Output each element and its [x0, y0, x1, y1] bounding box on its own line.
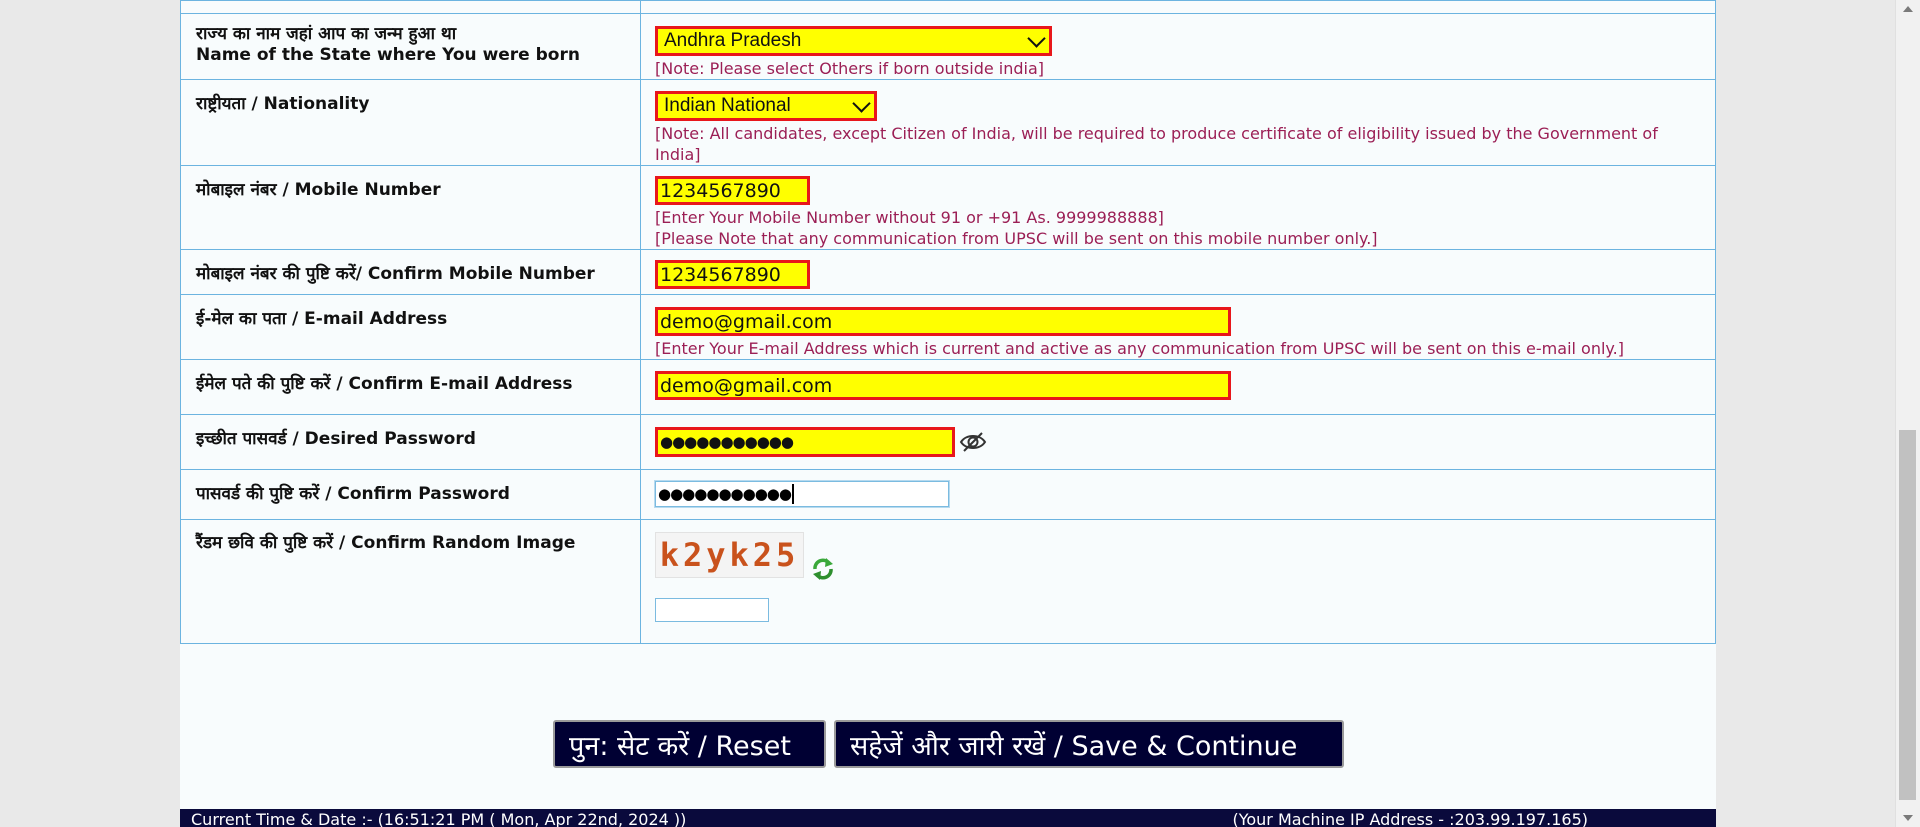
- email-input[interactable]: demo@gmail.com: [655, 307, 1231, 336]
- captcha-label: रैंडम छवि की पुष्टि करें / Confirm Rando…: [180, 519, 641, 644]
- password-label: इच्छीत पासवर्ड / Desired Password: [180, 414, 641, 470]
- scroll-down-icon[interactable]: [1903, 815, 1913, 821]
- nationality-label: राष्ट्रीयता / Nationality: [180, 79, 641, 166]
- vertical-scrollbar[interactable]: [1895, 0, 1920, 827]
- password-input[interactable]: ●●●●●●●●●●●: [655, 427, 955, 457]
- scroll-up-icon[interactable]: [1903, 6, 1913, 12]
- row-confirm-password: पासवर्ड की पुष्टि करें / Confirm Passwor…: [180, 469, 1716, 520]
- reset-button[interactable]: पुन: सेट करें / Reset: [553, 720, 826, 768]
- row-password: इच्छीत पासवर्ड / Desired Password ●●●●●●…: [180, 414, 1716, 470]
- row-state: राज्य का नाम जहां आप का जन्म हुआ था Name…: [180, 13, 1716, 80]
- chevron-down-icon: [852, 93, 871, 113]
- footer-ip-address: (Your Machine IP Address - :203.99.197.1…: [1232, 810, 1588, 827]
- captcha-image: k2yk25: [655, 532, 804, 578]
- nationality-select[interactable]: Indian National: [655, 91, 877, 121]
- confirm-mobile-label: मोबाइल नंबर की पुष्टि करें/ Confirm Mobi…: [180, 249, 641, 295]
- confirm-password-label: पासवर्ड की पुष्टि करें / Confirm Passwor…: [180, 469, 641, 520]
- confirm-email-input[interactable]: demo@gmail.com: [655, 371, 1231, 400]
- row-nationality: राष्ट्रीयता / Nationality Indian Nationa…: [180, 79, 1716, 166]
- form-actions: पुन: सेट करें / Reset सहेजें और जारी रखे…: [180, 720, 1920, 768]
- nationality-note: [Note: All candidates, except Citizen of…: [655, 124, 1658, 164]
- confirm-password-value: ●●●●●●●●●●●: [658, 485, 792, 503]
- state-note: [Note: Please select Others if born outs…: [655, 59, 1045, 78]
- registration-form-table: राज्य का नाम जहां आप का जन्म हुआ था Name…: [180, 0, 1716, 644]
- nationality-select-value: Indian National: [664, 95, 791, 116]
- footer-bar: Current Time & Date :- (16:51:21 PM ( Mo…: [180, 809, 1716, 827]
- row-mobile: मोबाइल नंबर / Mobile Number 1234567890 […: [180, 165, 1716, 250]
- row-email: ई-मेल का पता / E-mail Address demo@gmail…: [180, 294, 1716, 360]
- text-cursor: [791, 484, 794, 504]
- state-label-hindi: राज्य का नाम जहां आप का जन्म हुआ था: [196, 24, 457, 44]
- footer-datetime: Current Time & Date :- (16:51:21 PM ( Mo…: [191, 810, 687, 827]
- mobile-note-format: [Enter Your Mobile Number without 91 or …: [655, 208, 1164, 227]
- refresh-icon[interactable]: [810, 556, 836, 582]
- state-select-value: Andhra Pradesh: [664, 30, 802, 51]
- captcha-input[interactable]: [655, 598, 769, 622]
- confirm-password-input[interactable]: ●●●●●●●●●●●: [655, 481, 949, 507]
- save-continue-button[interactable]: सहेजें और जारी रखें / Save & Continue: [834, 720, 1344, 768]
- chevron-down-icon: [1027, 28, 1046, 48]
- state-select[interactable]: Andhra Pradesh: [655, 26, 1052, 56]
- confirm-mobile-input[interactable]: 1234567890: [655, 260, 810, 289]
- mobile-label: मोबाइल नंबर / Mobile Number: [180, 165, 641, 250]
- confirm-email-label: ईमेल पते की पुष्टि करें / Confirm E-mail…: [180, 359, 641, 415]
- scrollbar-thumb[interactable]: [1899, 430, 1916, 800]
- state-label-english: Name of the State where You were born: [196, 45, 580, 65]
- row-captcha: रैंडम छवि की पुष्टि करें / Confirm Rando…: [180, 519, 1716, 644]
- mobile-input[interactable]: 1234567890: [655, 176, 810, 205]
- email-label: ई-मेल का पता / E-mail Address: [180, 294, 641, 360]
- row-confirm-email: ईमेल पते की पुष्टि करें / Confirm E-mail…: [180, 359, 1716, 415]
- mobile-note-communication: [Please Note that any communication from…: [655, 229, 1378, 248]
- row-confirm-mobile: मोबाइल नंबर की पुष्टि करें/ Confirm Mobi…: [180, 249, 1716, 295]
- form-page: राज्य का नाम जहां आप का जन्म हुआ था Name…: [180, 0, 1716, 827]
- email-note: [Enter Your E-mail Address which is curr…: [655, 339, 1624, 358]
- eye-slash-icon[interactable]: [959, 430, 987, 454]
